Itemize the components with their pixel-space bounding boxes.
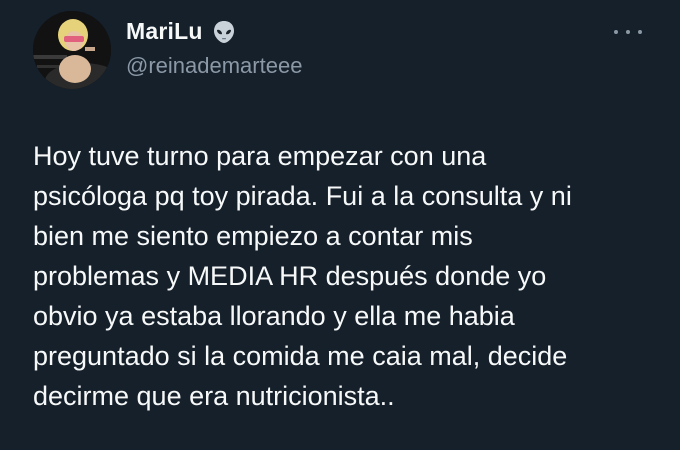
user-handle[interactable]: @reinademarteee bbox=[126, 53, 302, 79]
avatar[interactable] bbox=[33, 11, 111, 89]
more-options-icon bbox=[638, 30, 642, 34]
author-name-row: MariLu bbox=[126, 18, 237, 45]
display-name[interactable]: MariLu bbox=[126, 18, 203, 45]
tweet-text: Hoy tuve turno para empezar con una psic… bbox=[33, 141, 572, 411]
alien-emoji-icon bbox=[211, 19, 237, 45]
more-options-button[interactable] bbox=[614, 22, 642, 42]
tweet-card: MariLu @reinademarteee Hoy tuve turno pa… bbox=[0, 0, 680, 450]
avatar-photo bbox=[33, 11, 111, 89]
more-options-icon bbox=[626, 30, 630, 34]
more-options-icon bbox=[614, 30, 618, 34]
